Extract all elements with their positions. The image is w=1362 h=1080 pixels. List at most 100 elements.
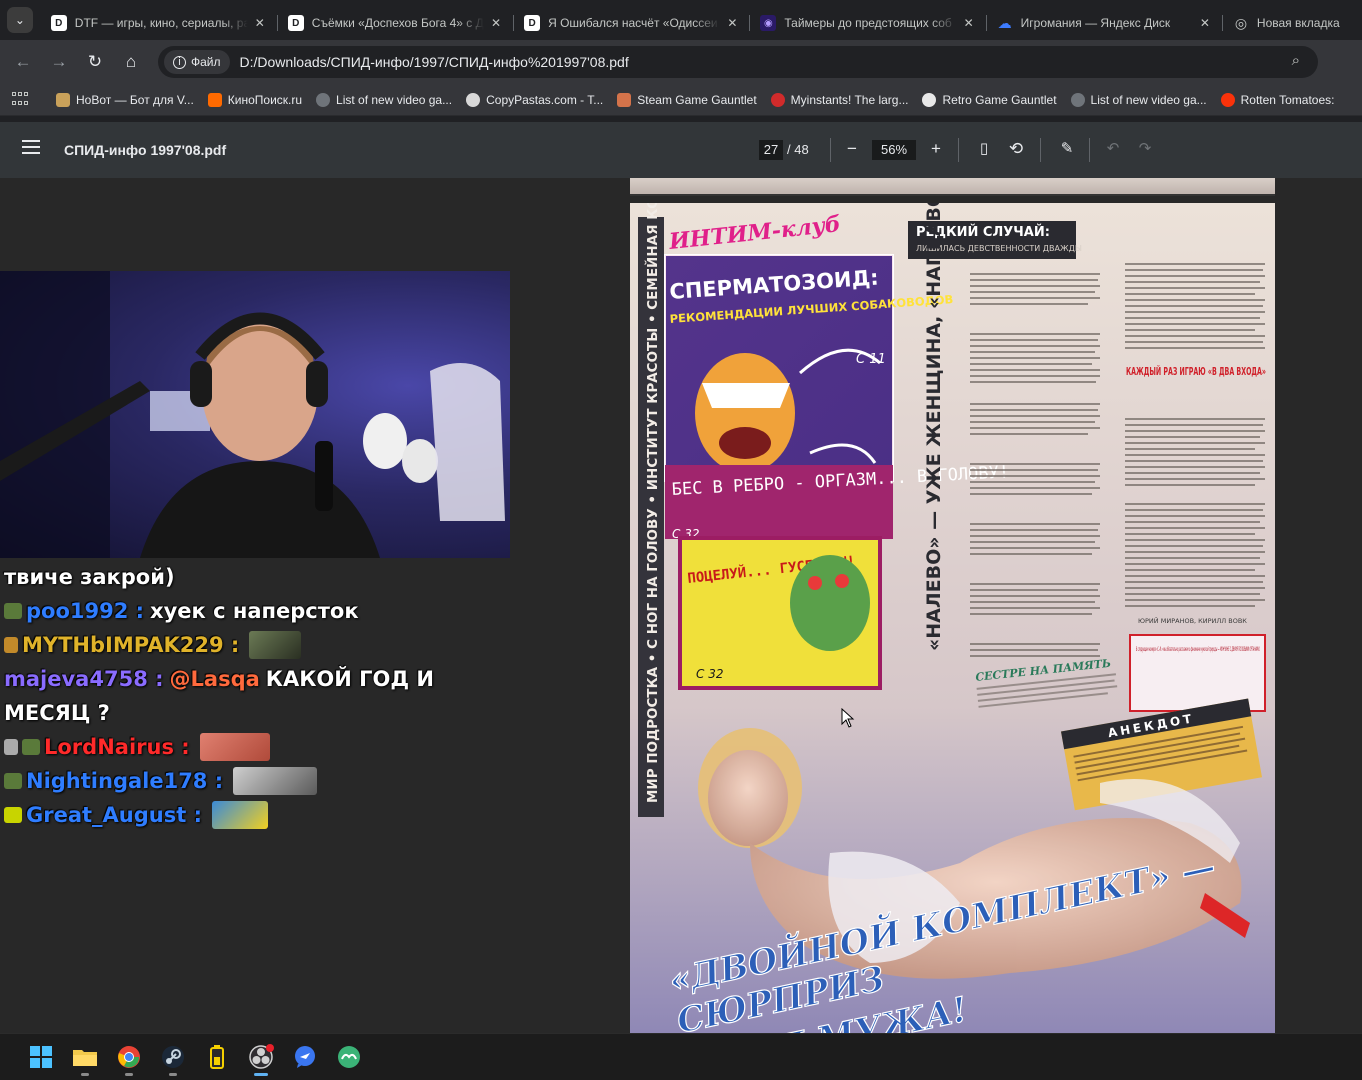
kinopoisk-favicon-icon [207, 92, 222, 107]
redo-icon[interactable]: ↷ [1134, 139, 1156, 157]
divider [958, 138, 959, 162]
taskbar-battery-app[interactable] [195, 1037, 239, 1077]
chrome-icon [118, 1046, 140, 1068]
divider [1040, 138, 1041, 162]
taskbar-chrome[interactable] [107, 1037, 151, 1077]
bookmark-item[interactable]: КиноПоиск.ru [207, 92, 303, 107]
close-tab-icon[interactable]: ✕ [961, 16, 977, 30]
bookmark-item[interactable]: НоВот — Бот для V... [56, 92, 194, 107]
next-issue-note: В следующем номере «С.-И.» мы обязательн… [1136, 645, 1260, 653]
zoom-in-icon[interactable]: + [925, 139, 947, 159]
irl-badge-icon [4, 807, 22, 823]
bookmark-item[interactable]: List of new video ga... [316, 92, 453, 107]
home-icon: ⌂ [125, 52, 137, 71]
chat-message: poo1992 : хуек с наперсток [4, 594, 494, 628]
reload-button[interactable]: ↻ [77, 44, 113, 80]
bookmark-favicon-icon [1070, 92, 1085, 107]
browser-tab[interactable]: ☁ Игромания — Яндекс Диск ✕ [987, 6, 1224, 40]
bookmark-label: КиноПоиск.ru [227, 92, 303, 107]
chat-username: majeva4758 : [4, 667, 164, 691]
chat-message: МЕСЯЦ ? [4, 696, 494, 730]
back-button[interactable]: ← [5, 44, 41, 80]
browser-tab[interactable]: D Съёмки «Доспехов Бога 4» с Д ✕ [278, 6, 515, 40]
taskbar-messenger[interactable] [283, 1037, 327, 1077]
chat-message: твиче закрой) [4, 560, 494, 594]
fit-page-icon[interactable]: ▯ [973, 139, 995, 157]
bookmark-favicon-icon [617, 92, 632, 107]
webcam-overlay [0, 271, 510, 558]
address-bar[interactable]: i Файл D:/Downloads/СПИД-инфо/1997/СПИД-… [158, 46, 1318, 78]
browser-tab[interactable]: D DTF — игры, кино, сериалы, ра ✕ [41, 6, 278, 40]
browser-tab[interactable]: ◉ Таймеры до предстоящих соб ✕ [750, 6, 987, 40]
turtle-badge-icon [4, 603, 22, 619]
sidebar-vertical-text: МИР ПОДРОСТКА • С НОГ НА ГОЛОВУ • ИНСТИТ… [644, 203, 661, 803]
nalevo-vertical-title: «НАЛЕВО» — УЖЕ ЖЕНЩИНА, «НАПРАВО» — ЕЩЕ … [923, 203, 945, 651]
undo-icon[interactable]: ↶ [1102, 139, 1124, 157]
bookmark-label: НоВот — Бот для V... [76, 92, 194, 107]
site-info-chip[interactable]: i Файл [164, 50, 230, 74]
close-tab-icon[interactable]: ✕ [252, 16, 268, 30]
bookmark-favicon-icon [316, 92, 331, 107]
arrow-left-icon: ← [14, 52, 32, 71]
close-tab-icon[interactable]: ✕ [1197, 16, 1213, 30]
timer-favicon-icon: ◉ [760, 15, 777, 31]
windows-logo-icon [30, 1046, 52, 1068]
bookmark-label: List of new video ga... [336, 92, 453, 107]
chat-username: Great_August : [26, 803, 202, 827]
taskbar-steam[interactable] [151, 1037, 195, 1077]
tab-search-button[interactable]: ⌄ [7, 7, 33, 33]
apps-grid-icon[interactable] [12, 91, 28, 108]
chat-message: MYTHbIMPAK229 : [4, 628, 494, 662]
bookmark-item[interactable]: List of new video ga... [1070, 92, 1207, 107]
page-ref-3: С 32 [696, 667, 723, 681]
url-text[interactable]: D:/Downloads/СПИД-инфо/1997/СПИД-инфо%20… [240, 54, 629, 70]
chat-bubble-icon [295, 1046, 315, 1068]
pawn-badge-icon [4, 637, 18, 653]
bookmark-item[interactable]: CopyPastas.com - T... [466, 92, 604, 107]
running-indicator [169, 1073, 177, 1076]
tab-strip: ⌄ D DTF — игры, кино, сериалы, ра ✕ D Съ… [0, 0, 1362, 40]
chat-text: хуек с наперсток [150, 599, 359, 623]
obs-icon [249, 1044, 274, 1069]
bookmark-favicon-icon [922, 92, 937, 107]
home-button[interactable]: ⌂ [113, 44, 149, 80]
browser-toolbar: ← → ↻ ⌂ i Файл D:/Downloads/СПИД-инфо/19… [0, 40, 1362, 84]
bookmark-item[interactable]: Myinstants! The larg... [770, 92, 908, 107]
bookmark-item[interactable]: Rotten Tomatoes: [1220, 92, 1335, 107]
magazine-page-artwork: МИР ПОДРОСТКА • С НОГ НА ГОЛОВУ • ИНСТИТ… [630, 203, 1275, 1033]
hamburger-menu-icon[interactable] [22, 140, 40, 154]
steam-icon [162, 1046, 184, 1068]
zoom-out-icon[interactable]: − [841, 139, 863, 159]
tab-title: Съёмки «Доспехов Бога 4» с Д [311, 16, 484, 30]
chat-message: Nightingale178 : [4, 764, 494, 798]
pdf-toolbar: СПИД-инфо 1997'08.pdf 27 / 48 − 56% + ▯ … [0, 122, 1362, 178]
rotate-icon[interactable]: ⟲ [1005, 139, 1027, 159]
zoom-level-input[interactable]: 56% [872, 140, 916, 160]
start-button[interactable] [19, 1037, 63, 1077]
bookmark-favicon-icon [770, 92, 785, 107]
pdf-viewer-area[interactable]: МИР ПОДРОСТКА • С НОГ НА ГОЛОВУ • ИНСТИТ… [0, 178, 1362, 1033]
stream-chat-overlay: твиче закрой) poo1992 : хуек с наперсток… [4, 560, 494, 832]
chat-text: твиче закрой) [4, 565, 175, 589]
forward-button[interactable]: → [41, 44, 77, 80]
taskbar-green-app[interactable] [327, 1037, 371, 1077]
bookmark-label: Rotten Tomatoes: [1240, 92, 1335, 107]
bookmark-label: Steam Game Gauntlet [637, 92, 757, 107]
folder-icon [73, 1050, 97, 1066]
bookmark-item[interactable]: Retro Game Gauntlet [922, 92, 1057, 107]
chat-mention: @Lasqa [169, 667, 260, 691]
dtf-favicon-icon: D [287, 15, 304, 31]
bookmark-label: CopyPastas.com - T... [486, 92, 604, 107]
zoom-magnifier-icon[interactable]: ⌕ [1292, 52, 1300, 69]
taskbar-explorer[interactable] [63, 1037, 107, 1077]
browser-tab[interactable]: ◎ Новая вкладка [1223, 6, 1362, 40]
close-tab-icon[interactable]: ✕ [488, 16, 504, 30]
browser-tab[interactable]: D Я Ошибался насчёт «Одиссеи ✕ [514, 6, 751, 40]
page-number-input[interactable]: 27 [759, 140, 783, 160]
chat-message: Great_August : [4, 798, 494, 832]
active-indicator [254, 1073, 268, 1076]
bookmark-item[interactable]: Steam Game Gauntlet [617, 92, 757, 107]
taskbar-obs[interactable] [239, 1037, 283, 1077]
annotate-pen-icon[interactable]: ✎ [1056, 139, 1078, 157]
close-tab-icon[interactable]: ✕ [724, 16, 740, 30]
